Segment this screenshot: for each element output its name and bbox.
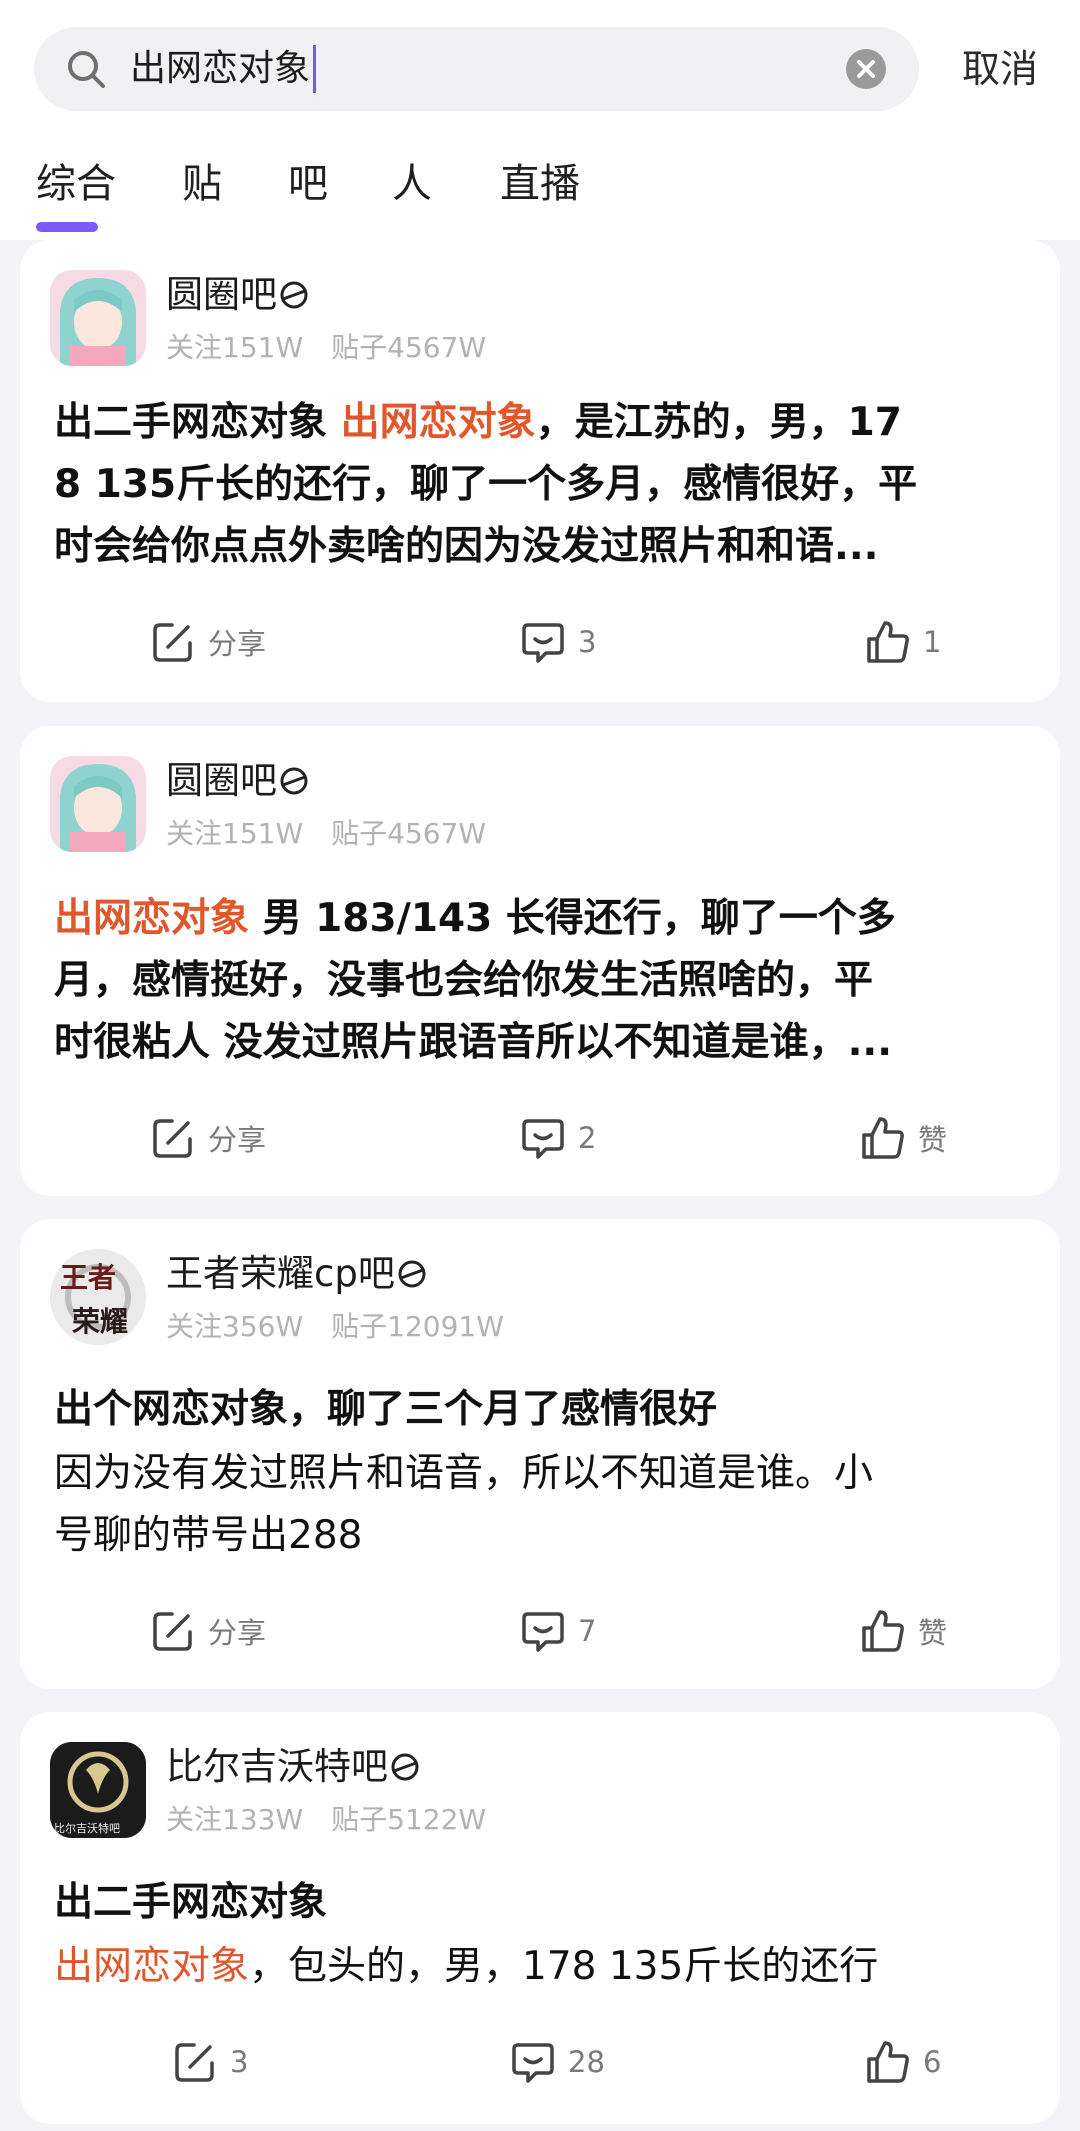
forum-badge-icon — [391, 1753, 419, 1781]
followers-count: 关注151W — [166, 817, 304, 850]
comment-button[interactable]: 7 — [520, 1601, 596, 1661]
comment-icon — [522, 1119, 564, 1159]
clear-icon[interactable] — [845, 48, 887, 90]
post-body: 出网恋对象，包头的，男，178 135斤长的还行 — [54, 1944, 879, 1989]
share-icon — [175, 2043, 214, 2082]
forum-avatar[interactable]: 王者 荣耀 — [50, 1249, 146, 1345]
forum-avatar[interactable] — [50, 756, 146, 852]
share-icon — [153, 1612, 192, 1651]
post-body: 因为没有发过照片和语音，所以不知道是谁。小 号聊的带号出288 — [54, 1451, 874, 1558]
followers-count: 关注151W — [166, 331, 304, 364]
avatar-text-bottom: 荣耀 — [72, 1305, 128, 1338]
thumbs-up-icon — [867, 621, 909, 663]
active-tab-indicator — [36, 222, 98, 232]
forum-badge-icon — [280, 281, 308, 309]
comment-icon — [522, 623, 564, 663]
thumbs-up-icon — [862, 1610, 904, 1652]
comment-button[interactable]: 28 — [510, 2032, 605, 2092]
thumbs-up-icon — [862, 1117, 904, 1159]
followers-count: 关注133W — [166, 1803, 304, 1836]
search-bar[interactable]: 出网恋对象 — [34, 27, 919, 111]
tab-users[interactable]: 人 — [392, 156, 432, 212]
post-title: 出网恋对象 男 183/143 长得还行，聊了一个多 月，感情挺好，没事也会给你… — [54, 896, 896, 1065]
post-title: 出二手网恋对象 出网恋对象，是江苏的，男，17 8 135斤长的还行，聊了一个多… — [54, 400, 918, 569]
comment-button[interactable]: 3 — [520, 612, 596, 672]
posts-count: 贴子5122W — [331, 1803, 487, 1836]
forum-stats: 关注151W 贴子4567W — [166, 326, 486, 366]
anime-avatar-image — [50, 756, 146, 852]
share-button[interactable]: 分享 — [150, 1601, 266, 1661]
post-actions: 分享 3 1 — [20, 612, 1060, 672]
forum-badge-icon — [398, 1260, 426, 1288]
thumbs-up-icon — [867, 2041, 909, 2083]
tab-forums[interactable]: 吧 — [288, 156, 328, 212]
like-button[interactable]: 1 — [865, 612, 941, 672]
tab-posts[interactable]: 贴 — [182, 156, 222, 212]
honor-of-kings-logo: 王者 荣耀 — [50, 1249, 146, 1345]
post-actions: 3 28 6 — [20, 2032, 1060, 2092]
share-icon — [153, 623, 192, 662]
highlighted-keyword: 出网恋对象 — [340, 400, 536, 445]
like-button[interactable]: 赞 — [860, 1108, 947, 1168]
highlighted-keyword: 出网恋对象 — [54, 1944, 250, 1989]
share-button[interactable]: 分享 — [150, 1108, 266, 1168]
share-button[interactable]: 3 — [172, 2032, 248, 2092]
search-icon — [68, 51, 105, 88]
search-query: 出网恋对象 — [130, 48, 311, 89]
post-actions: 分享 2 赞 — [20, 1108, 1060, 1168]
share-icon — [153, 1119, 192, 1158]
forum-name[interactable]: 王者荣耀cp吧 — [166, 1249, 427, 1299]
forum-avatar[interactable] — [50, 270, 146, 366]
tab-live[interactable]: 直播 — [500, 156, 580, 212]
followers-count: 关注356W — [166, 1310, 304, 1343]
like-button[interactable]: 6 — [865, 2032, 941, 2092]
comment-icon — [522, 1612, 564, 1652]
avatar-caption: 比尔吉沃特吧 — [54, 1821, 120, 1835]
forum-name[interactable]: 圆圈吧 — [166, 756, 309, 806]
tab-general[interactable]: 综合 — [36, 156, 116, 212]
post-title: 出个网恋对象，聊了三个月了感情很好 — [54, 1387, 718, 1432]
text-caret — [313, 45, 317, 93]
like-button[interactable]: 赞 — [860, 1601, 947, 1661]
post-actions: 分享 7 赞 — [20, 1601, 1060, 1661]
search-input[interactable]: 出网恋对象 — [130, 27, 317, 111]
forum-stats: 关注151W 贴子4567W — [166, 812, 486, 852]
forum-name[interactable]: 比尔吉沃特吧 — [166, 1742, 420, 1792]
search-header: 出网恋对象 取消 综合 贴 吧 人 直播 — [0, 0, 1080, 240]
forum-stats: 关注356W 贴子12091W — [166, 1305, 504, 1345]
post-card[interactable]: 圆圈吧 关注151W 贴子4567W 出网恋对象 男 183/143 长得还行，聊… — [20, 726, 1060, 1196]
avatar-text-top: 王者 — [60, 1261, 116, 1294]
highlighted-keyword: 出网恋对象 — [54, 896, 250, 941]
cancel-button[interactable]: 取消 — [962, 36, 1038, 102]
share-button[interactable]: 分享 — [150, 612, 266, 672]
comment-icon — [512, 2043, 554, 2083]
forum-name[interactable]: 圆圈吧 — [166, 270, 309, 320]
comment-button[interactable]: 2 — [520, 1108, 596, 1168]
tab-bar: 综合 贴 吧 人 直播 — [0, 150, 1080, 240]
post-card[interactable]: 王者 荣耀 王者荣耀cp吧 关注356W 贴子12091W 出个网恋对象，聊了三个… — [20, 1219, 1060, 1689]
post-title: 出二手网恋对象 — [54, 1880, 328, 1925]
posts-count: 贴子12091W — [331, 1310, 504, 1343]
posts-count: 贴子4567W — [331, 331, 487, 364]
bilgewater-logo: 比尔吉沃特吧 — [50, 1742, 146, 1838]
post-card[interactable]: 圆圈吧 关注151W 贴子4567W 出二手网恋对象 出网恋对象，是江苏的，男，1… — [20, 240, 1060, 702]
post-card[interactable]: 比尔吉沃特吧 比尔吉沃特吧 关注133W 贴子5122W 出二手网恋对象 出网恋对… — [20, 1712, 1060, 2124]
anime-avatar-image — [50, 270, 146, 366]
forum-stats: 关注133W 贴子5122W — [166, 1798, 486, 1838]
posts-count: 贴子4567W — [331, 817, 487, 850]
forum-avatar[interactable]: 比尔吉沃特吧 — [50, 1742, 146, 1838]
forum-badge-icon — [280, 767, 308, 795]
